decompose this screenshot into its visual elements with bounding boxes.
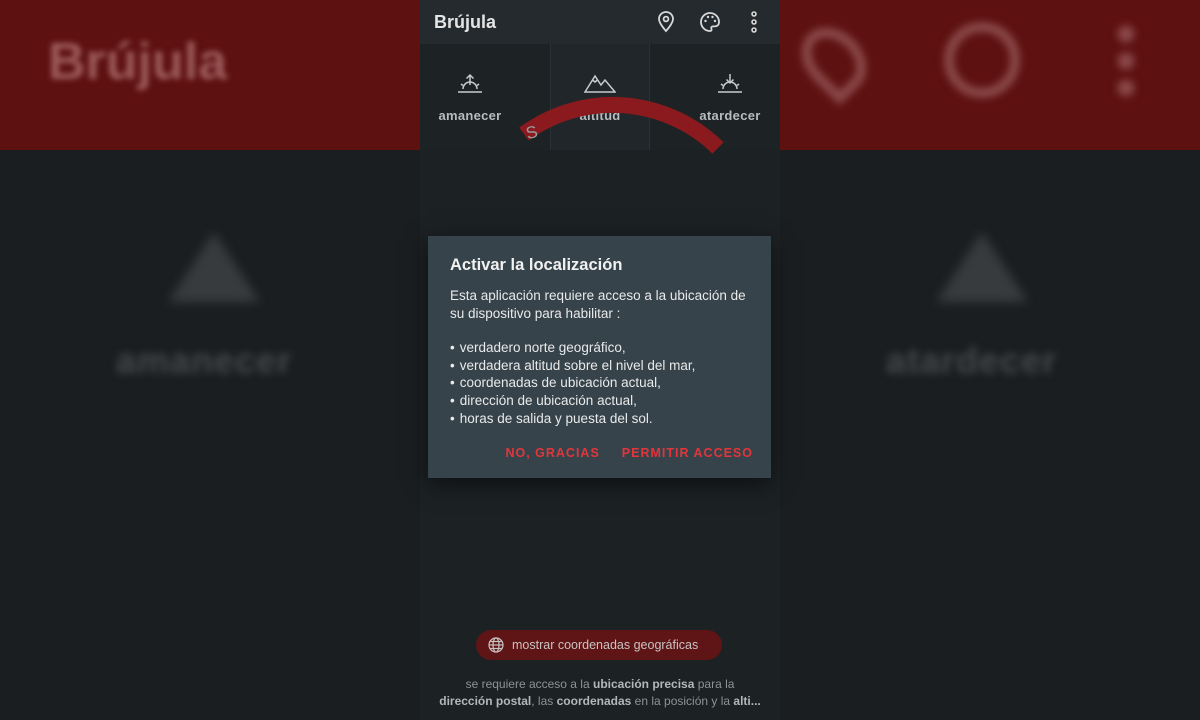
app-title: Brújula [434,11,497,32]
footnote-bold-precise: ubicación precisa [593,677,695,691]
backdrop-sunset-label: atardecer [886,340,1058,381]
footnote-text: , las [531,694,554,708]
footnote-text: se requiere acceso a la [465,677,590,691]
footnote-text: para la [697,677,735,691]
more-vert-icon[interactable] [742,10,766,34]
dialog-feature-item: verdadera altitud sobre el nivel del mar… [450,357,749,375]
location-permission-dialog: Activar la localización Esta aplicación … [428,236,771,478]
dialog-actions: NO, GRACIAS PERMITIR ACCESO [505,446,753,460]
backdrop-title: Brújula [48,33,228,91]
dialog-message: Esta aplicación requiere acceso a la ubi… [450,288,746,321]
dialog-feature-item: horas de salida y puesta del sol. [450,410,749,428]
backdrop-palette-icon [944,22,1020,98]
footnote-text: en la posición y la [634,694,731,708]
app-bar: Brújula [420,0,780,44]
dialog-feature-item: verdadero norte geográfico, [450,339,749,357]
dialog-feature-item: coordenadas de ubicación actual, [450,374,749,392]
footnote-bold-address: dirección postal [439,694,532,708]
backdrop-more-vert-icon [1116,24,1136,98]
show-coordinates-button[interactable]: mostrar coordenadas geográficas [476,630,722,660]
allow-access-button[interactable]: PERMITIR ACCESO [622,446,753,460]
dialog-feature-item: dirección de ubicación actual, [450,392,749,410]
dialog-title: Activar la localización [450,256,623,274]
backdrop-sunset-icon [936,232,1028,302]
no-thanks-button[interactable]: NO, GRACIAS [505,446,599,460]
location-pin-icon[interactable] [654,10,678,34]
permission-footnote: se requiere acceso a la ubicación precis… [420,676,780,710]
footnote-bold-coordinates: coordenadas [556,694,632,708]
backdrop-sunrise-icon [168,232,260,302]
footnote-bold-altitude: alti... [733,694,761,708]
globe-icon [488,637,504,653]
backdrop-sunrise-label: amanecer [116,340,293,381]
show-coordinates-label: mostrar coordenadas geográficas [512,638,699,652]
dialog-feature-list: verdadero norte geográfico, verdadera al… [450,339,749,427]
palette-icon[interactable] [698,10,722,34]
app-bar-actions [654,10,766,34]
